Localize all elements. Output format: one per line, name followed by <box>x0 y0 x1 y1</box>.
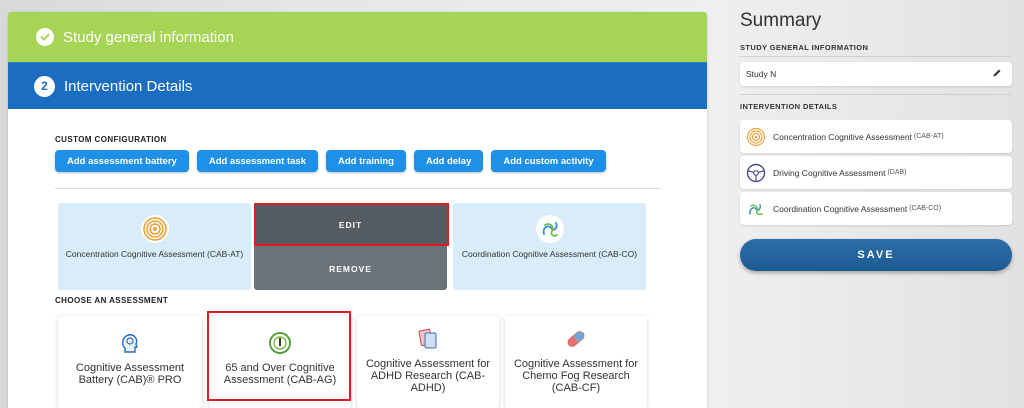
choose-assessment-label: CHOOSE AN ASSESSMENT <box>55 296 169 305</box>
step-number: 2 <box>34 75 55 97</box>
coordination-icon <box>746 199 766 219</box>
summary-divider <box>740 56 1012 57</box>
summary-item-code: (DAB) <box>887 169 907 176</box>
summary-item-code: (CAB-CO) <box>909 205 942 212</box>
divider <box>55 188 661 189</box>
study-name-value: Study N <box>746 69 777 79</box>
edit-pencil-icon[interactable] <box>992 68 1002 80</box>
add-custom-activity-button[interactable]: Add custom activity <box>491 150 606 172</box>
concentration-icon <box>746 127 766 147</box>
coordination-icon <box>535 214 565 244</box>
steering-wheel-icon <box>746 163 766 183</box>
summary-item-code: (CAB-AT) <box>913 133 944 140</box>
check-icon <box>36 28 54 46</box>
selected-card-cab-co[interactable]: Coordination Cognitive Assessment (CAB-C… <box>453 203 646 290</box>
summary-item[interactable]: Coordination Cognitive Assessment (CAB-C… <box>740 192 1012 225</box>
pill-icon <box>563 326 589 352</box>
summary-general-label: STUDY GENERAL INFORMATION <box>740 43 869 52</box>
step1-label: Study general information <box>63 28 234 46</box>
cards-icon <box>415 326 441 352</box>
assessment-card-cab-cf[interactable]: Cognitive Assessment for Chemo Fog Resea… <box>505 316 647 408</box>
assessment-card-cab-pro[interactable]: Cognitive Assessment Battery (CAB)® PRO <box>58 316 202 408</box>
edit-highlight-box <box>254 203 449 246</box>
summary-intervention-label: INTERVENTION DETAILS <box>740 102 838 111</box>
add-delay-button[interactable]: Add delay <box>413 150 484 172</box>
add-assessment-battery-button[interactable]: Add assessment battery <box>55 150 189 172</box>
remove-button[interactable]: REMOVE <box>254 247 447 290</box>
custom-configuration-label: CUSTOM CONFIGURATION <box>55 135 167 144</box>
step-study-general-information[interactable]: Study general information <box>8 12 707 62</box>
selected-card-label: Concentration Cognitive Assessment (CAB-… <box>65 249 244 259</box>
summary-title: Summary <box>740 10 822 31</box>
assessment-card-label: Cognitive Assessment for ADHD Research (… <box>365 358 491 394</box>
study-name-field[interactable]: Study N <box>740 62 1012 86</box>
selected-card-cab-at[interactable]: Concentration Cognitive Assessment (CAB-… <box>58 203 251 290</box>
summary-item[interactable]: Concentration Cognitive Assessment (CAB-… <box>740 120 1012 153</box>
summary-item-name: Concentration Cognitive Assessment <box>773 131 912 142</box>
selected-card-label: Coordination Cognitive Assessment (CAB-C… <box>461 249 638 259</box>
assessment-card-label: Cognitive Assessment Battery (CAB)® PRO <box>75 362 185 386</box>
save-button[interactable]: SAVE <box>740 239 1012 271</box>
cab-ag-highlight-box <box>207 311 351 401</box>
add-training-button[interactable]: Add training <box>326 150 406 172</box>
step-intervention-details[interactable]: 2 Intervention Details <box>8 62 707 109</box>
summary-item[interactable]: Driving Cognitive Assessment (DAB) <box>740 156 1012 189</box>
custom-config-buttons: Add assessment battery Add assessment ta… <box>55 150 606 172</box>
summary-item-name: Driving Cognitive Assessment <box>773 167 886 178</box>
head-icon <box>117 330 143 356</box>
add-assessment-task-button[interactable]: Add assessment task <box>196 150 318 172</box>
assessment-card-cab-adhd[interactable]: Cognitive Assessment for ADHD Research (… <box>357 316 499 408</box>
summary-divider <box>740 94 1012 95</box>
assessment-card-label: Cognitive Assessment for Chemo Fog Resea… <box>513 358 639 394</box>
summary-item-name: Coordination Cognitive Assessment <box>773 203 908 214</box>
concentration-icon <box>140 214 170 244</box>
step2-label: Intervention Details <box>64 77 193 95</box>
